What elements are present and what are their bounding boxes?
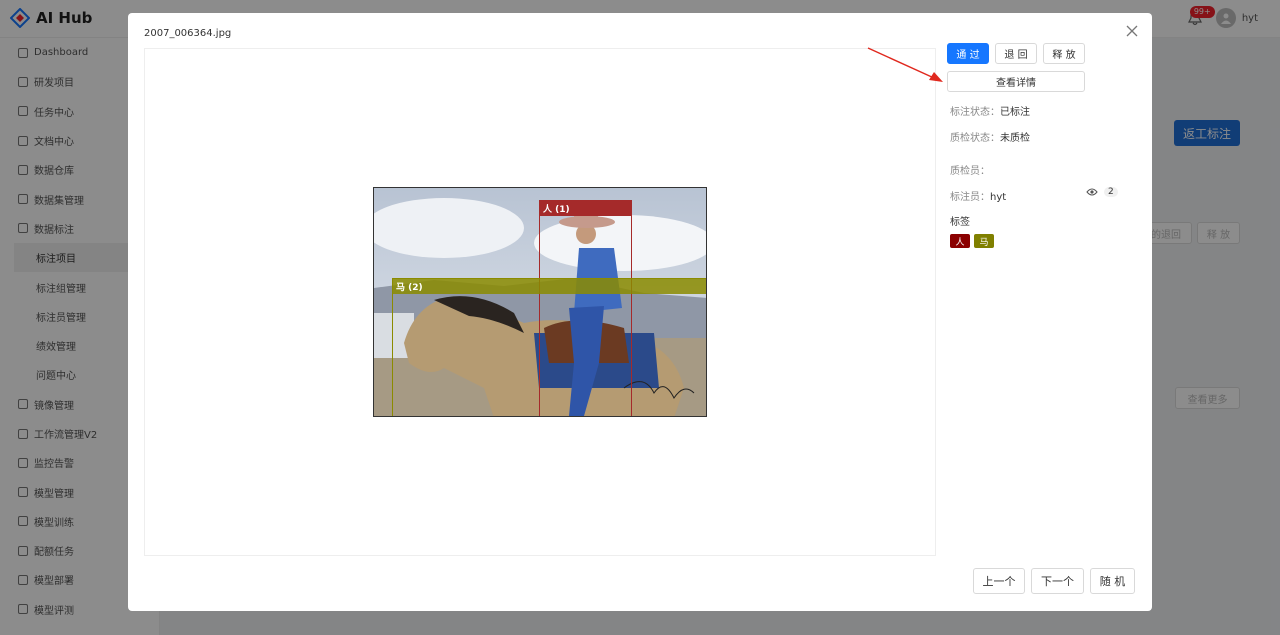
view-details-button[interactable]: 查看详情 <box>947 71 1085 92</box>
tags-title: 标签 <box>950 217 970 228</box>
bbox-horse-label: 马 (2) <box>392 278 706 294</box>
bbox-person-label: 人 (1) <box>539 200 632 216</box>
bbox-horse[interactable]: 马 (2) <box>392 278 706 416</box>
view-count: 2 <box>1104 187 1118 197</box>
random-button[interactable]: 随 机 <box>1090 568 1135 594</box>
close-icon[interactable] <box>1124 23 1140 39</box>
qc-status: 质检状态：未质检 <box>950 133 1030 144</box>
image-review-modal: 2007_006364.jpg 人 (1) 马 (2) 通 过 退 回 释 放 … <box>128 13 1152 611</box>
image-filename: 2007_006364.jpg <box>144 28 232 39</box>
annotated-photo: 人 (1) 马 (2) <box>373 187 707 417</box>
annotation-canvas[interactable]: 人 (1) 马 (2) <box>144 48 936 556</box>
tag-horse[interactable]: 马 <box>974 234 994 248</box>
tag-list: 人马 <box>950 234 998 248</box>
tag-person[interactable]: 人 <box>950 234 970 248</box>
prev-button[interactable]: 上一个 <box>973 568 1025 594</box>
release-button[interactable]: 释 放 <box>1043 43 1085 64</box>
annotation-status: 标注状态：已标注 <box>950 107 1030 118</box>
pass-button[interactable]: 通 过 <box>947 43 989 64</box>
qc-person: 质检员： <box>950 166 990 177</box>
next-button[interactable]: 下一个 <box>1031 568 1084 594</box>
eye-icon <box>1086 188 1098 196</box>
return-button[interactable]: 退 回 <box>995 43 1037 64</box>
annotator: 标注员：hyt 2 <box>950 187 1120 203</box>
